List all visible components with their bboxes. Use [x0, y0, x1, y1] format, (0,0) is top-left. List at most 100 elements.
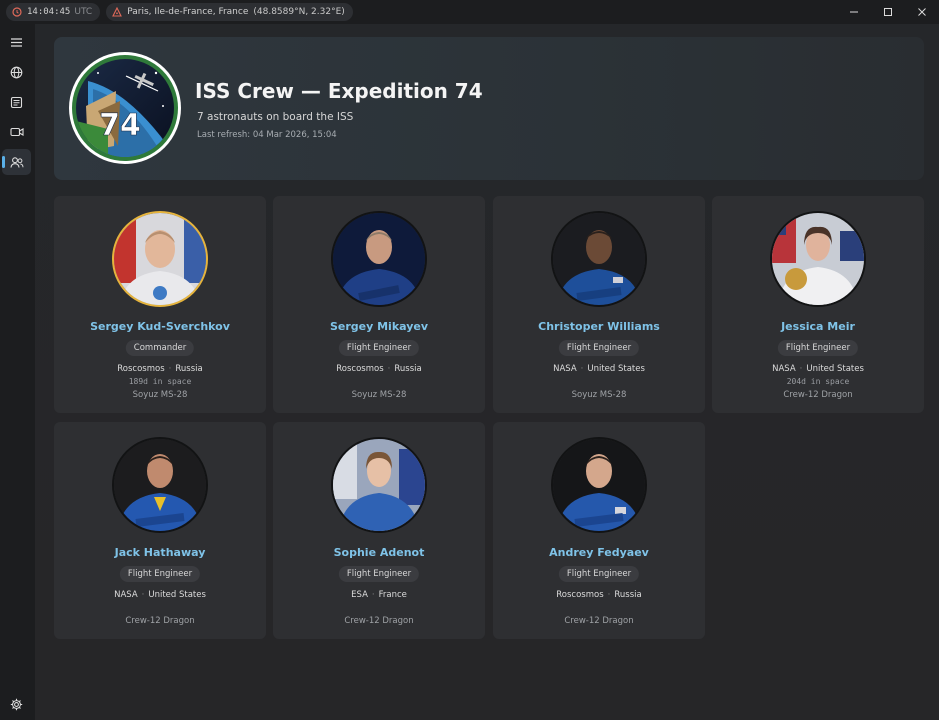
- crew-avatar: [331, 437, 427, 533]
- crew-agency: Roscosmos · Russia: [273, 364, 485, 374]
- crew-count-subtitle: 7 astronauts on board the ISS: [197, 111, 354, 123]
- crew-agency: ESA · France: [273, 590, 485, 600]
- news-icon: [10, 96, 23, 108]
- last-refresh-text: Last refresh: 04 Mar 2026, 15:04: [197, 130, 337, 140]
- crew-icon: [9, 156, 23, 168]
- crew-avatar: [112, 437, 208, 533]
- crew-card[interactable]: Sergey Kud-Sverchkov Commander Roscosmos…: [54, 196, 266, 413]
- crew-card[interactable]: Jessica Meir Flight Engineer NASA · United…: [712, 196, 924, 413]
- crew-agency-name: Roscosmos: [117, 364, 165, 374]
- crew-card[interactable]: Jack Hathaway Flight Engineer NASA · Unite…: [54, 422, 266, 639]
- crew-name: Christoper Williams: [538, 320, 660, 333]
- clock-time: 14:04:45: [27, 7, 71, 17]
- crew-card[interactable]: Sophie Adenot Flight Engineer ESA · France…: [273, 422, 485, 639]
- crew-spacecraft: Crew-12 Dragon: [344, 616, 414, 626]
- crew-name: Jessica Meir: [781, 320, 855, 333]
- crew-avatar: [331, 211, 427, 307]
- crew-photo: [114, 439, 206, 531]
- separator-dot: ·: [607, 590, 611, 600]
- crew-name: Jack Hathaway: [114, 546, 206, 559]
- maximize-button[interactable]: [871, 0, 905, 24]
- crew-spacecraft: Soyuz MS-28: [132, 390, 188, 400]
- crew-agency-name: Roscosmos: [336, 364, 384, 374]
- clock-zone: UTC: [74, 7, 93, 17]
- title-bar: 14:04:45 UTC Paris, Ile-de-France, Franc…: [0, 0, 939, 24]
- menu-icon: [11, 37, 22, 47]
- crew-role-badge: Flight Engineer: [558, 340, 640, 356]
- crew-spacecraft: Crew-12 Dragon: [783, 390, 853, 400]
- minimize-button[interactable]: [837, 0, 871, 24]
- expedition-patch-logo: 74: [69, 52, 181, 164]
- crew-country: France: [378, 590, 407, 600]
- crew-agency: Roscosmos · Russia: [54, 364, 266, 374]
- separator-dot: ·: [580, 364, 584, 374]
- crew-agency-name: NASA: [114, 590, 138, 600]
- clock-icon: [12, 7, 22, 17]
- crew-name: Andrey Fedyaev: [549, 546, 649, 559]
- window-controls: [837, 0, 939, 24]
- separator-dot: ·: [168, 364, 172, 374]
- crew-agency-name: NASA: [553, 364, 577, 374]
- crew-agency: Roscosmos · Russia: [493, 590, 705, 600]
- crew-role-badge: Flight Engineer: [338, 566, 420, 582]
- sidebar: [0, 24, 35, 720]
- crew-agency-name: Roscosmos: [556, 590, 604, 600]
- crew-country: United States: [806, 364, 864, 374]
- crew-avatar: [551, 211, 647, 307]
- crew-days-in-space: 189d in space: [128, 377, 192, 386]
- settings-icon: [10, 698, 23, 710]
- crew-name: Sophie Adenot: [333, 546, 425, 559]
- location-name: Paris, Ile-de-France, France: [127, 7, 249, 17]
- separator-dot: ·: [141, 590, 145, 600]
- crew-role-badge: Flight Engineer: [777, 340, 859, 356]
- crew-role-badge: Flight Engineer: [558, 566, 640, 582]
- crew-country: Russia: [614, 590, 642, 600]
- crew-spacecraft: Soyuz MS-28: [571, 390, 627, 400]
- crew-agency-name: NASA: [772, 364, 796, 374]
- crew-spacecraft: Soyuz MS-28: [351, 390, 407, 400]
- crew-photo: [114, 213, 206, 305]
- separator-dot: ·: [371, 590, 375, 600]
- sidebar-item-video[interactable]: [2, 119, 31, 145]
- crew-card[interactable]: Sergey Mikayev Flight Engineer Roscosmos…: [273, 196, 485, 413]
- crew-photo: [553, 213, 645, 305]
- crew-avatar: [551, 437, 647, 533]
- minimize-icon: [850, 11, 858, 13]
- close-button[interactable]: [905, 0, 939, 24]
- crew-name: Sergey Kud-Sverchkov: [90, 320, 230, 333]
- crew-card[interactable]: Andrey Fedyaev Flight Engineer Roscosmos…: [493, 422, 705, 639]
- separator-dot: ·: [387, 364, 391, 374]
- crew-role-badge: Flight Engineer: [119, 566, 201, 582]
- crew-role-badge: Flight Engineer: [338, 340, 420, 356]
- crew-agency: NASA · United States: [54, 590, 266, 600]
- crew-country: Russia: [394, 364, 422, 374]
- close-icon: [918, 8, 926, 16]
- crew-country: Russia: [175, 364, 203, 374]
- sidebar-item-crew[interactable]: [2, 149, 31, 175]
- crew-spacecraft: Crew-12 Dragon: [125, 616, 195, 626]
- location-pin-icon: [112, 7, 123, 17]
- crew-country: United States: [148, 590, 206, 600]
- globe-icon: [10, 66, 23, 78]
- clock-pill: 14:04:45 UTC: [6, 3, 101, 21]
- crew-agency-name: ESA: [351, 590, 368, 600]
- sidebar-item-news[interactable]: [2, 89, 31, 115]
- crew-agency: NASA · United States: [493, 364, 705, 374]
- crew-name: Sergey Mikayev: [329, 320, 429, 333]
- crew-agency: NASA · United States: [712, 364, 924, 374]
- crew-photo: [772, 213, 864, 305]
- sidebar-menu-button[interactable]: [2, 29, 31, 55]
- crew-avatar: [770, 211, 866, 307]
- crew-photo: [333, 213, 425, 305]
- crew-card[interactable]: Christoper Williams Flight Engineer NASA…: [493, 196, 705, 413]
- sidebar-item-globe[interactable]: [2, 59, 31, 85]
- location-coords: (48.8589°N, 2.32°E): [253, 7, 345, 17]
- crew-country: United States: [587, 364, 645, 374]
- crew-spacecraft: Crew-12 Dragon: [564, 616, 634, 626]
- sidebar-settings-button[interactable]: [2, 691, 31, 717]
- location-pill: Paris, Ile-de-France, France (48.8589°N,…: [106, 3, 353, 21]
- crew-avatar: [112, 211, 208, 307]
- crew-days-in-space: 204d in space: [786, 377, 850, 386]
- separator-dot: ·: [799, 364, 803, 374]
- crew-photo: [333, 439, 425, 531]
